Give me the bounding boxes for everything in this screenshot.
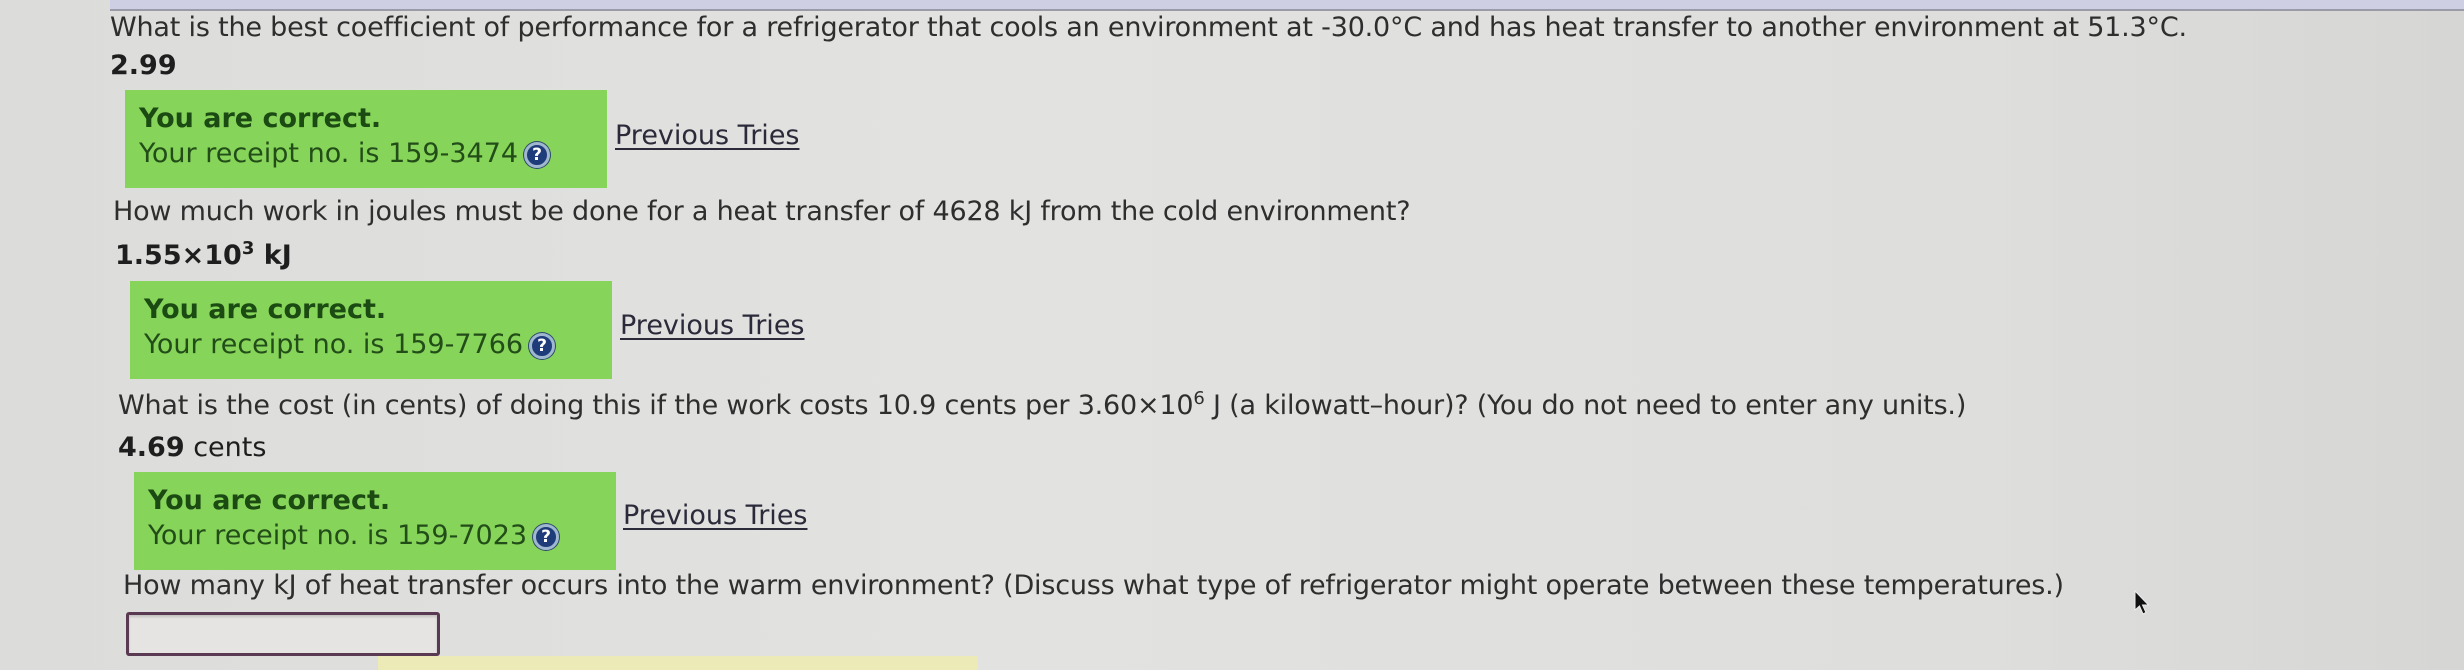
question-2-answer-mantissa: 1.55×10 — [115, 240, 242, 271]
question-2-answer-unit: kJ — [254, 240, 292, 271]
mouse-pointer-icon — [2134, 590, 2150, 615]
help-circle-icon[interactable]: ? — [533, 523, 560, 550]
question-2-prompt: How much work in joules must be done for… — [113, 196, 1411, 227]
highlight-strip — [378, 656, 978, 670]
question-2-answer-exponent: 3 — [241, 238, 255, 259]
receipt-line: Your receipt no. is 159-7766? — [144, 327, 612, 363]
question-1-prompt: What is the best coefficient of performa… — [110, 12, 2187, 43]
question-4-prompt: How many kJ of heat transfer occurs into… — [123, 570, 2064, 601]
receipt-line: Your receipt no. is 159-7023? — [148, 518, 616, 554]
question-1-feedback: You are correct. Your receipt no. is 159… — [125, 90, 607, 188]
question-3-previous-tries-link[interactable]: Previous Tries — [623, 500, 808, 531]
receipt-text: Your receipt no. is 159-3474 — [139, 138, 519, 169]
receipt-line: Your receipt no. is 159-3474? — [139, 136, 607, 172]
top-banner — [110, 0, 2464, 11]
question-2-feedback: You are correct. Your receipt no. is 159… — [130, 281, 612, 379]
question-3-prompt-before: What is the cost (in cents) of doing thi… — [118, 390, 1194, 421]
feedback-title: You are correct. — [148, 485, 391, 516]
question-1-previous-tries-link[interactable]: Previous Tries — [615, 120, 800, 151]
question-3-answer-unit: cents — [184, 432, 267, 463]
question-1-answer: 2.99 — [110, 50, 177, 81]
feedback-title: You are correct. — [144, 294, 387, 325]
receipt-text: Your receipt no. is 159-7766 — [144, 329, 524, 360]
question-3-prompt: What is the cost (in cents) of doing thi… — [118, 388, 1967, 422]
question-3-answer: 4.69 cents — [118, 432, 266, 463]
question-1-answer-value: 2.99 — [110, 50, 177, 81]
question-4-answer-input[interactable] — [126, 612, 440, 656]
question-3-feedback: You are correct. Your receipt no. is 159… — [134, 472, 616, 570]
question-3-answer-value: 4.69 — [118, 432, 185, 463]
question-3-prompt-exponent: 6 — [1193, 388, 1205, 409]
receipt-text: Your receipt no. is 159-7023 — [148, 520, 528, 551]
feedback-title: You are correct. — [139, 103, 382, 134]
help-circle-icon[interactable]: ? — [529, 332, 556, 359]
question-2-answer: 1.55×103 kJ — [115, 238, 292, 272]
help-circle-icon[interactable]: ? — [524, 141, 551, 168]
question-3-prompt-after: J (a kilowatt–hour)? (You do not need to… — [1204, 390, 1967, 421]
question-2-previous-tries-link[interactable]: Previous Tries — [620, 310, 805, 341]
